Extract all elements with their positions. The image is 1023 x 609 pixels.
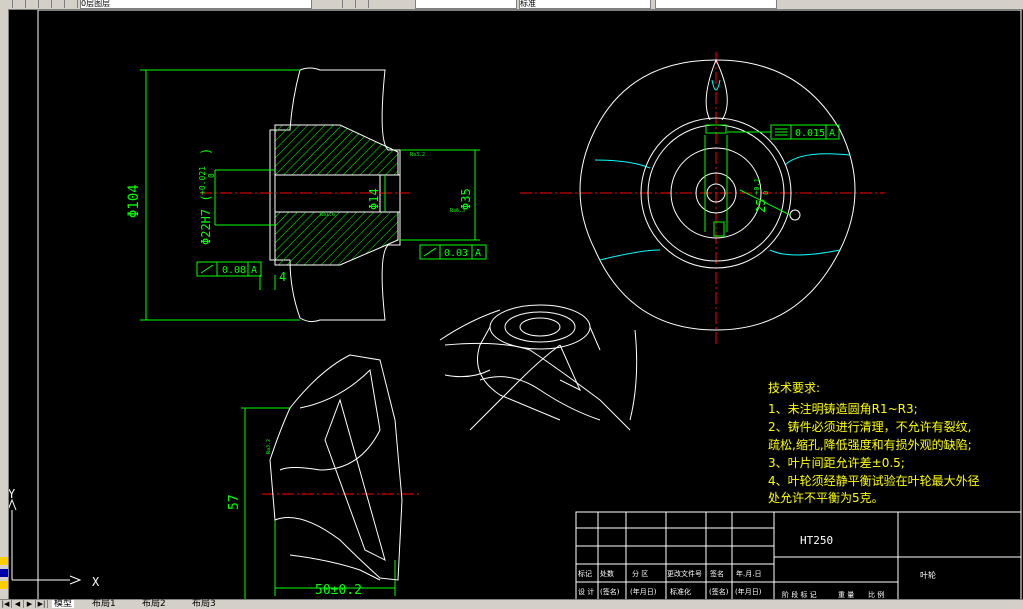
notes-line-2: 2、铸件必须进行清理，不允许有裂纹,	[768, 419, 971, 434]
layer-dropdown[interactable]: 0层图层	[80, 0, 312, 9]
tb-material: HT250	[800, 534, 833, 547]
sym-datum: A	[829, 128, 835, 139]
dim-keyway-lower: 0	[762, 191, 770, 195]
sym-value: 0.015	[795, 128, 825, 139]
layer-name: 0层图层	[81, 0, 111, 8]
tab-layout1[interactable]: 布局1	[90, 600, 118, 609]
dim-keyway-upper: +0.1	[753, 178, 761, 195]
tb-label-sign: 签名	[710, 569, 724, 578]
tb-label-count: 处数	[600, 569, 614, 578]
dim-bore-tol-lower: 0	[207, 173, 216, 178]
dim-overall-dia: Φ104	[126, 184, 142, 218]
tool-icon-1[interactable]	[0, 557, 8, 565]
tb-row2-date2: (年月日)	[735, 587, 762, 596]
tb-label-zone: 分 区	[632, 569, 648, 578]
toolbar: 0层图层 标准	[0, 0, 1023, 10]
tb-part-name: 叶轮	[920, 570, 936, 580]
tol-right-value: 0.03	[444, 248, 468, 259]
surf-note-1: Ra1.6	[320, 212, 335, 218]
tb-row2-date1: (年月日)	[630, 587, 657, 596]
surf-note-3: Ra6.3	[450, 208, 465, 214]
dim-keyway: 25	[754, 199, 768, 213]
tab-model[interactable]: 模型	[52, 600, 75, 609]
toolbar-button-5[interactable]	[52, 0, 65, 8]
tab-next-button[interactable]: ▶	[24, 600, 36, 608]
tol-left-datum: A	[251, 265, 257, 276]
toolbar-button-6[interactable]	[65, 0, 78, 8]
surf-note-blade: Ra3.2	[266, 439, 272, 454]
tb-scale: 比 例	[868, 590, 884, 599]
toolbar-button-3[interactable]	[26, 0, 39, 8]
drawing-canvas[interactable]: Φ104 Φ22H7 ( +0.021 0 ) Φ14 Φ35 4 Ra1.6 …	[9, 10, 1023, 599]
blade-view	[241, 354, 420, 599]
notes-line-5: 4、叶轮须经静平衡试验在叶轮最大外径	[768, 473, 980, 488]
tab-layout3[interactable]: 布局3	[190, 600, 218, 609]
toolbar-button-4[interactable]	[39, 0, 52, 8]
tol-left-value: 0.08	[222, 265, 246, 276]
ucs-y-label: Y	[9, 487, 16, 501]
tb-weight: 重 量	[838, 591, 854, 599]
ucs-icon	[9, 498, 82, 585]
tb-row2-sign2: (签名)	[709, 587, 729, 596]
layer-button-3[interactable]	[356, 0, 369, 8]
tb-stage: 阶 段 标 记	[782, 590, 817, 599]
surf-note-2: Ra3.2	[410, 152, 425, 158]
layout-tab-bar: |◀ ◀ ▶ ▶| 模型 布局1 布局2 布局3	[0, 599, 1023, 609]
technical-notes: 技术要求: 1、未注明铸造圆角R1~R3; 2、铸件必须进行清理，不允许有裂纹,…	[768, 381, 980, 505]
tb-label-change: 更改文件号	[667, 569, 702, 578]
tol-right-datum: A	[475, 248, 481, 259]
tab-first-button[interactable]: |◀	[0, 600, 12, 608]
isometric-view	[439, 304, 638, 431]
color-dropdown[interactable]	[415, 0, 517, 9]
lineweight-dropdown[interactable]	[655, 0, 777, 9]
tab-prev-button[interactable]: ◀	[12, 600, 24, 608]
notes-line-3: 疏松,缩孔,降低强度和有损外观的缺陷;	[768, 437, 972, 452]
drawing-border	[37, 10, 1022, 599]
tb-row2-std: 标准化	[670, 587, 691, 596]
tb-label-date: 年.月.日	[736, 569, 761, 578]
layer-button-2[interactable]	[343, 0, 356, 8]
linetype-dropdown[interactable]: 标准	[519, 0, 651, 9]
dim-height: 57	[227, 494, 242, 510]
toolbar-button-2[interactable]	[13, 0, 26, 8]
notes-line-6: 处允许不平衡为5克。	[768, 490, 884, 505]
section-view	[140, 67, 480, 323]
notes-line-1: 1、未注明铸造圆角R1~R3;	[768, 401, 918, 416]
tool-icon-3[interactable]	[0, 581, 8, 589]
tb-label-mark: 标记	[578, 569, 592, 578]
end-view	[520, 52, 885, 345]
dim-bore-close: )	[199, 148, 213, 155]
dim-width: 50±0.2	[315, 583, 362, 598]
tab-layout2[interactable]: 布局2	[140, 600, 168, 609]
tb-row2-sign1: (签名)	[600, 587, 620, 596]
dim-bore: Φ22H7 (	[199, 194, 213, 245]
tool-icon-2[interactable]	[0, 569, 8, 577]
notes-title: 技术要求:	[768, 381, 820, 395]
left-tool-strip	[0, 9, 9, 600]
tb-row2-design: 设 计	[578, 587, 594, 596]
dim-hub: Φ14	[367, 188, 381, 210]
tab-last-button[interactable]: ▶|	[36, 600, 48, 608]
dim-hub-outer: Φ35	[459, 188, 473, 210]
layer-button-1[interactable]	[330, 0, 343, 8]
ucs-x-label: X	[92, 575, 100, 589]
title-block	[575, 511, 1022, 599]
dim-bore-tol-upper: +0.021	[198, 166, 207, 195]
dim-small: 4	[279, 270, 286, 284]
notes-line-4: 3、叶片间距允许差±0.5;	[768, 455, 905, 470]
linetype-name: 标准	[520, 0, 536, 8]
toolbar-button-1[interactable]	[0, 0, 13, 8]
